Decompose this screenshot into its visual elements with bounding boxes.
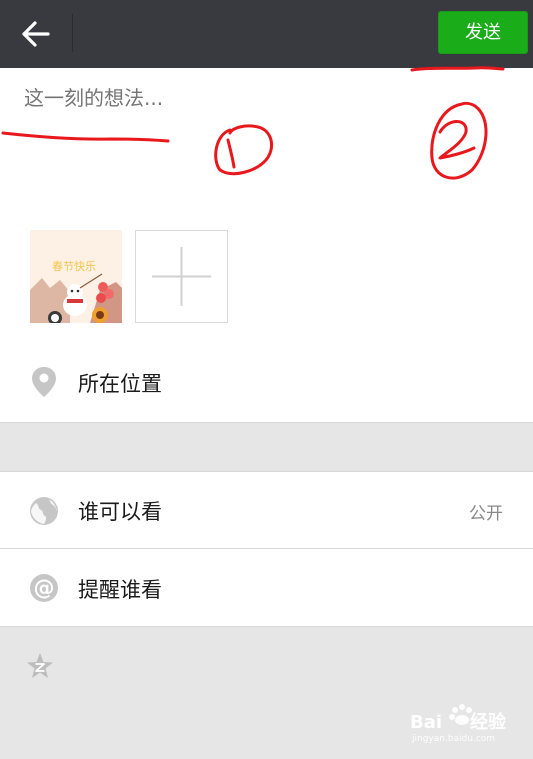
add-photo-button[interactable]: [135, 230, 228, 323]
location-label: 所在位置: [78, 372, 162, 396]
visibility-label: 谁可以看: [78, 500, 162, 524]
header-divider: [72, 14, 73, 52]
arrow-left-icon[interactable]: [18, 17, 54, 51]
photo-image: 春节快乐: [30, 230, 122, 323]
at-icon: @: [30, 574, 58, 602]
divider: [0, 422, 533, 423]
location-row[interactable]: 所在位置: [0, 343, 533, 423]
location-pin-icon: [32, 367, 56, 397]
thought-input[interactable]: [24, 84, 424, 112]
watermark-brand: Bai 经验: [410, 712, 507, 733]
photo-thumbnail[interactable]: 春节快乐: [30, 230, 122, 323]
top-bar: 发送: [0, 0, 533, 68]
visibility-value: 公开: [469, 504, 503, 524]
qzone-star-icon[interactable]: [26, 652, 54, 680]
photo-caption: 春节快乐: [52, 260, 96, 273]
watermark-url: jingyan.baidu.com: [412, 734, 496, 744]
globe-icon: [30, 497, 58, 525]
send-button[interactable]: 发送: [438, 11, 528, 54]
visibility-row[interactable]: 谁可以看 公开: [0, 471, 533, 548]
remind-label: 提醒谁看: [78, 578, 162, 602]
plus-icon: [152, 247, 211, 306]
remind-row[interactable]: @ 提醒谁看: [0, 548, 533, 627]
svg-text:@: @: [34, 576, 55, 600]
